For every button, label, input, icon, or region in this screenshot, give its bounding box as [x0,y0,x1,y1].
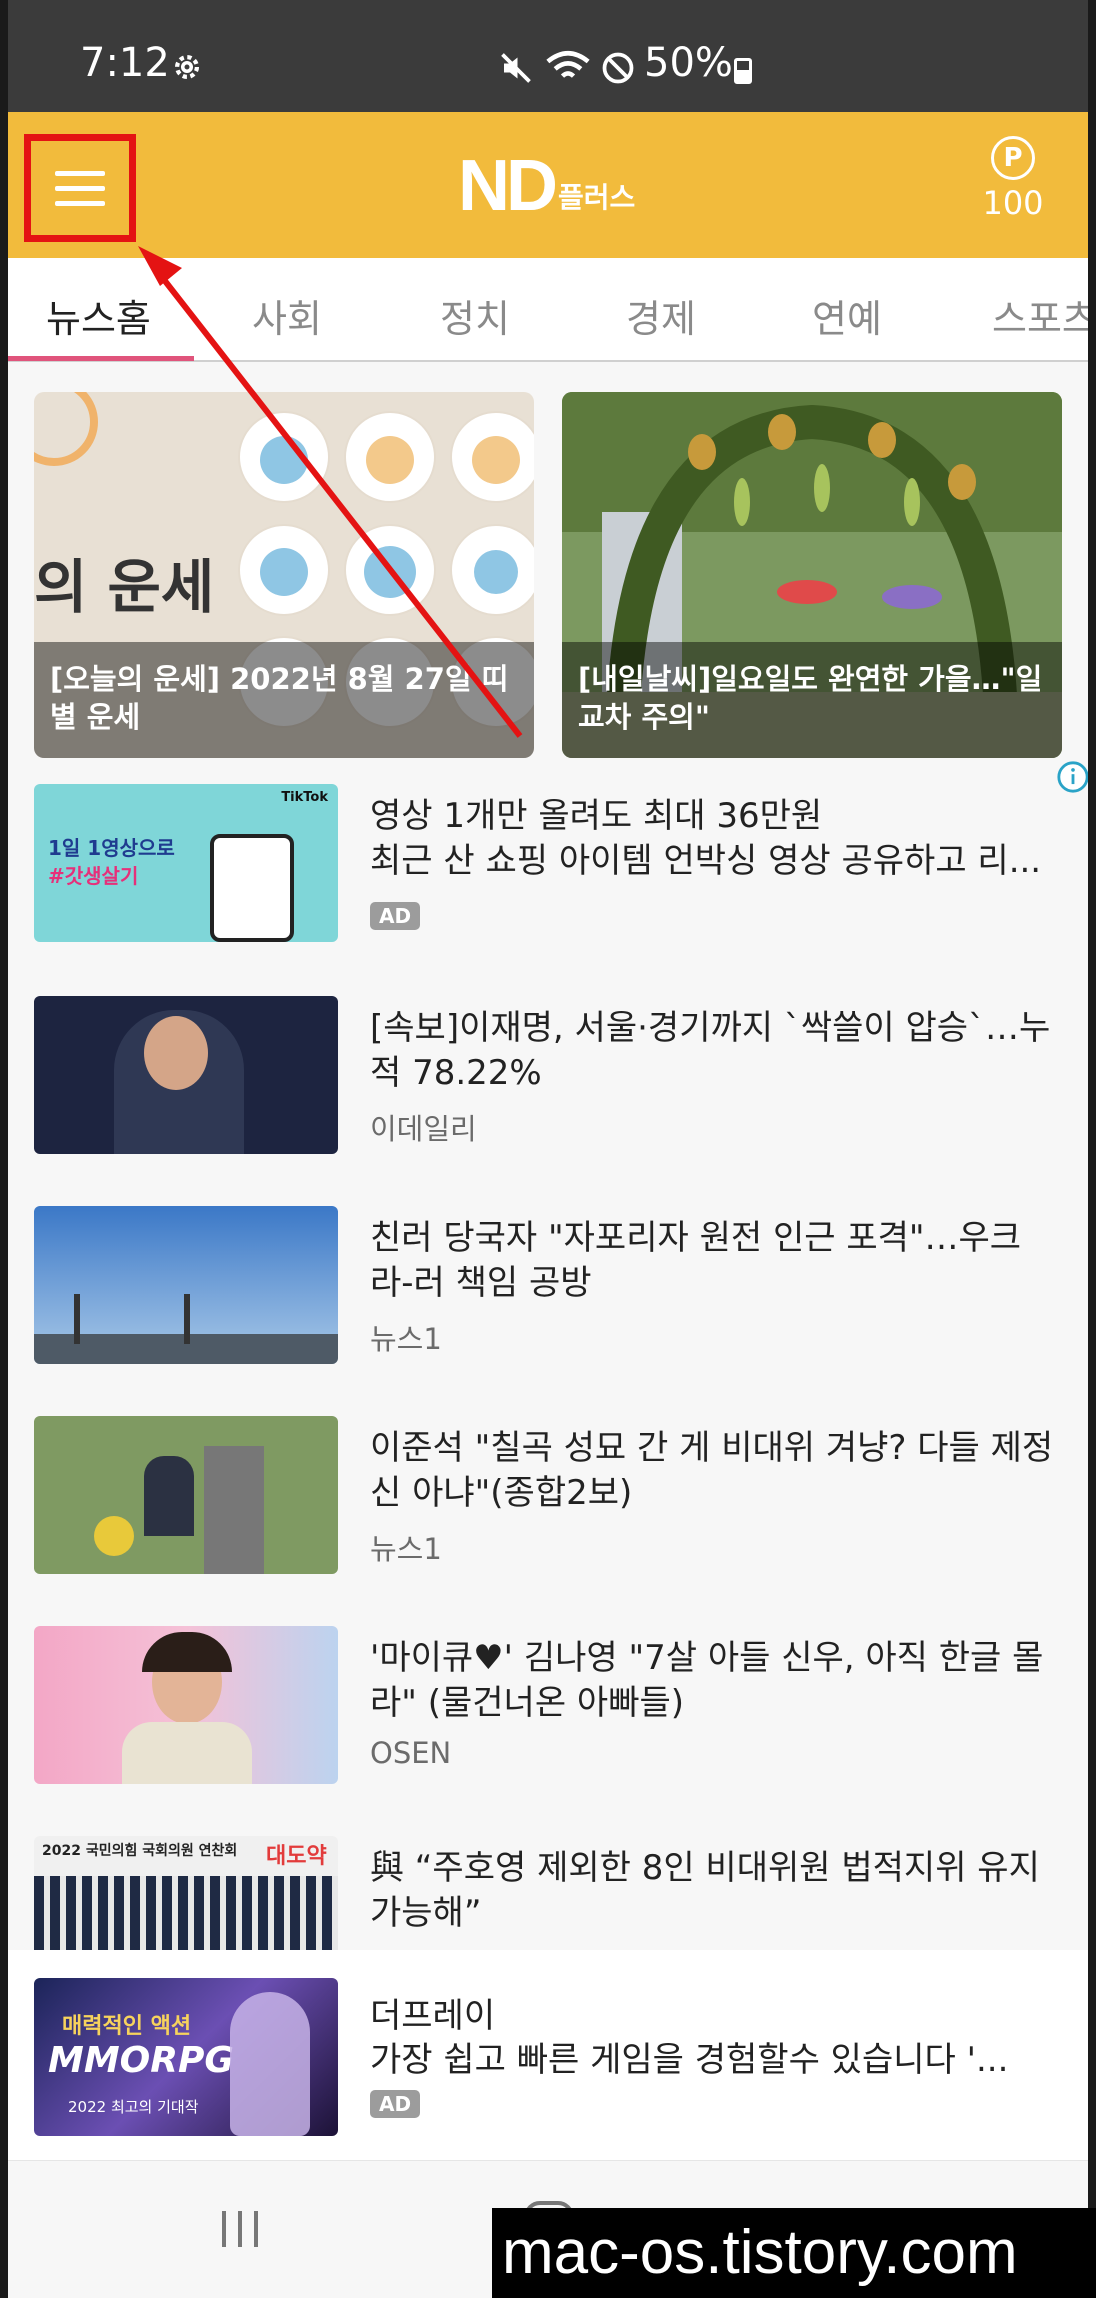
hamburger-menu-button[interactable] [24,134,136,242]
ad-thumb-line1: 1일 1영상으로 [48,836,175,860]
logo-sub: 플러스 [558,181,636,214]
ad-thumb-brand: TikTok [281,790,328,805]
featured-caption: [오늘의 운세] 2022년 8월 27일 띠별 운세 [34,642,534,758]
thumb-banner-word: 대도약 [266,1844,327,1869]
game-ad-thumbnail: 매력적인 액션 MMORPG 2022 최고의 기대작 [34,1978,338,2136]
ad-thumbnail: TikTok 1일 1영상으로 #갓생살기 [34,784,338,942]
featured-card-fortune[interactable]: 의 운세 [오늘의 운세] 2022년 8월 27일 띠별 운세 [34,392,534,758]
recent-apps-icon[interactable] [218,2209,262,2249]
news-thumbnail [34,1626,338,1784]
tab-sports[interactable]: 스포츠 [992,288,1088,343]
tab-news-home[interactable]: 뉴스홈 [46,288,151,343]
list-item-source: OSEN [370,1736,452,1770]
game-ad-line2: MMORPG [48,2040,234,2081]
list-item-source: 뉴스1 [370,1532,442,1566]
thumb-chimney [184,1294,190,1344]
thumb-chimney [74,1294,80,1344]
list-item-source: 뉴스1 [370,1322,442,1356]
list-item-ad[interactable]: TikTok 1일 1영상으로 #갓생살기 영상 1개만 올려도 최대 36만원… [34,784,1074,944]
mute-icon [501,53,531,83]
tab-economy[interactable]: 경제 [626,288,696,343]
thumb-flowers [94,1516,134,1556]
tab-politics[interactable]: 정치 [440,288,510,343]
ad-thumb-line2: #갓생살기 [48,864,139,888]
list-item[interactable]: 이준석 "칠곡 성묘 간 게 비대위 겨냥? 다들 제정신 아냐"(종합2보) … [34,1416,1074,1576]
game-ad-line3: 2022 최고의 기대작 [68,2098,199,2116]
category-tabs: 뉴스홈 사회 정치 경제 연예 스포츠 [8,258,1088,362]
status-time: 7:12 [80,40,170,86]
app-logo[interactable]: ND 플러스 [458,146,636,226]
tab-entertainment[interactable]: 연예 [812,288,882,343]
do-not-disturb-icon [602,52,634,84]
thumb-stone [204,1446,264,1574]
watermark: mac-os.tistory.com [492,2208,1096,2298]
battery-percent: 50% [644,40,733,86]
thumb-face [144,1016,208,1090]
bottom-banner-ad[interactable]: 매력적인 액션 MMORPG 2022 최고의 기대작 더프레이 가장 쉽고 빠… [8,1950,1088,2160]
app-header: ND 플러스 P 100 [8,112,1088,258]
points-icon: P [991,136,1035,180]
ad-thumb-phone [210,834,294,942]
fortune-bg-title: 의 운세 [34,553,215,621]
ad-badge: AD [370,902,421,930]
news-thumbnail [34,1416,338,1574]
list-item[interactable]: '마이큐♥' 김나영 "7살 아들 신우, 아직 한글 몰라" (물건너온 아빠… [34,1626,1074,1786]
ad-description: 가장 쉽고 빠른 게임을 경험할수 있습니다 '... [370,2040,1009,2080]
battery-icon [734,58,752,84]
thumb-dress [122,1722,252,1784]
status-bar: 7:12 50% [8,0,1088,112]
wifi-icon [546,50,590,78]
list-item-title: [속보]이재명, 서울·경기까지 `싹쓸이 압승`…누적 78.22% [370,1008,1051,1093]
tab-society[interactable]: 사회 [252,288,322,343]
list-item-title: 친러 당국자 "자포리자 원전 인근 포격"…우크라-러 책임 공방 [370,1218,1022,1303]
menu-icon-bar [55,200,105,206]
points-value: 100 [982,184,1044,222]
game-ad-line1: 매력적인 액션 [62,2014,192,2039]
featured-card-weather[interactable]: [내일날씨]일요일도 완연한 가을…"일교차 주의" [562,392,1062,758]
list-item-source: 이데일리 [370,1112,477,1146]
news-thumbnail [34,1206,338,1364]
game-character [230,1992,310,2136]
list-item-title: 與 “주호영 제외한 8인 비대위원 법적지위 유지 가능해” [370,1848,1040,1933]
phone-screen: 7:12 50% ND 플러스 P 100 뉴스홈 사회 정치 경제 연예 스포… [8,0,1088,2298]
points-button[interactable]: P 100 [978,136,1048,222]
active-tab-indicator [8,356,194,361]
ad-title: 더프레이 [370,1996,496,2036]
list-item[interactable]: 친러 당국자 "자포리자 원전 인근 포격"…우크라-러 책임 공방 뉴스1 [34,1206,1074,1366]
menu-icon [55,170,105,176]
thumb-banner-text: 2022 국민의힘 국회의원 연찬회 [42,1843,238,1859]
list-item-title: 영상 1개만 올려도 최대 36만원 최근 산 쇼핑 아이템 언박싱 영상 공유… [370,796,1042,881]
settings-gear-icon [174,54,200,80]
logo-main: ND [458,146,558,226]
thumb-hair [142,1632,232,1672]
ad-badge: AD [370,2090,421,2118]
list-item-title: 이준석 "칠곡 성묘 간 게 비대위 겨냥? 다들 제정신 아냐"(종합2보) [370,1428,1054,1513]
news-thumbnail [34,996,338,1154]
list-item[interactable]: [속보]이재명, 서울·경기까지 `싹쓸이 압승`…누적 78.22% 이데일리 [34,996,1074,1156]
thumb-person [144,1456,194,1536]
featured-caption: [내일날씨]일요일도 완연한 가을…"일교차 주의" [562,642,1062,758]
menu-icon-bar [55,185,105,191]
list-item-title: '마이큐♥' 김나영 "7살 아들 신우, 아직 한글 몰라" (물건너온 아빠… [370,1638,1044,1723]
